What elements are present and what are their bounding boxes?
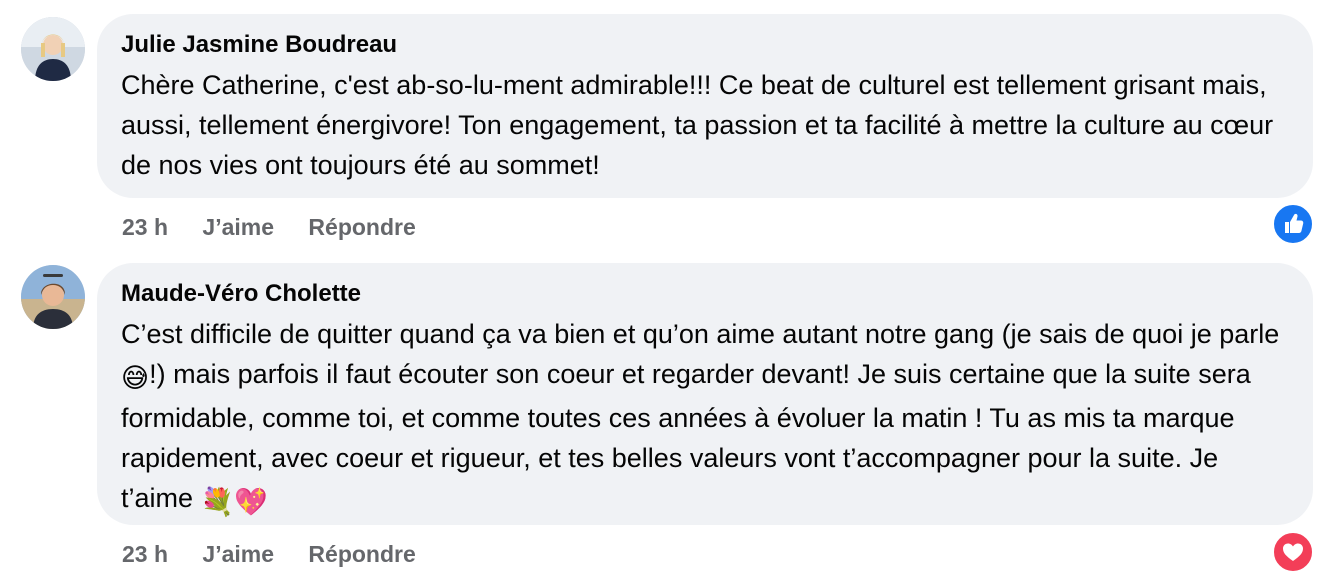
comment-timestamp[interactable]: 23 h	[122, 214, 168, 240]
avatar-photo	[21, 265, 85, 329]
avatar[interactable]	[21, 265, 85, 329]
avatar[interactable]	[21, 17, 85, 81]
grinning-sweat-emoji: 😅	[121, 363, 150, 393]
comment-text: Chère Catherine, c'est ab-so-lu-ment adm…	[121, 70, 1274, 180]
comment-author[interactable]: Maude-Véro Cholette	[121, 280, 1289, 308]
heart-icon	[1283, 543, 1303, 561]
reply-button[interactable]: Répondre	[308, 214, 415, 240]
like-button[interactable]: J’aime	[202, 541, 274, 567]
comment-actions: 23 h J’aime Répondre	[122, 213, 444, 241]
bouquet-heart-emoji: 💐💖	[200, 487, 268, 517]
thumbs-up-icon	[1285, 213, 1304, 233]
like-icon[interactable]	[1272, 203, 1314, 245]
comment-bubble: Maude-Véro Cholette C’est difficile de q…	[97, 263, 1313, 525]
comment-actions: 23 h J’aime Répondre	[122, 540, 444, 568]
comment-text-part: C’est difficile de quitter quand ça va b…	[121, 319, 1280, 349]
love-icon[interactable]	[1272, 531, 1314, 573]
like-button[interactable]: J’aime	[202, 214, 274, 240]
comment-author[interactable]: Julie Jasmine Boudreau	[121, 31, 1289, 59]
comment-timestamp[interactable]: 23 h	[122, 541, 168, 567]
comment-text: C’est difficile de quitter quand ça va b…	[121, 314, 1289, 522]
comment-bubble: Julie Jasmine Boudreau Chère Catherine, …	[97, 14, 1313, 198]
reply-button[interactable]: Répondre	[308, 541, 415, 567]
comment-text-part: !) mais parfois il faut écouter son coeu…	[121, 359, 1251, 513]
avatar-photo	[21, 17, 85, 81]
